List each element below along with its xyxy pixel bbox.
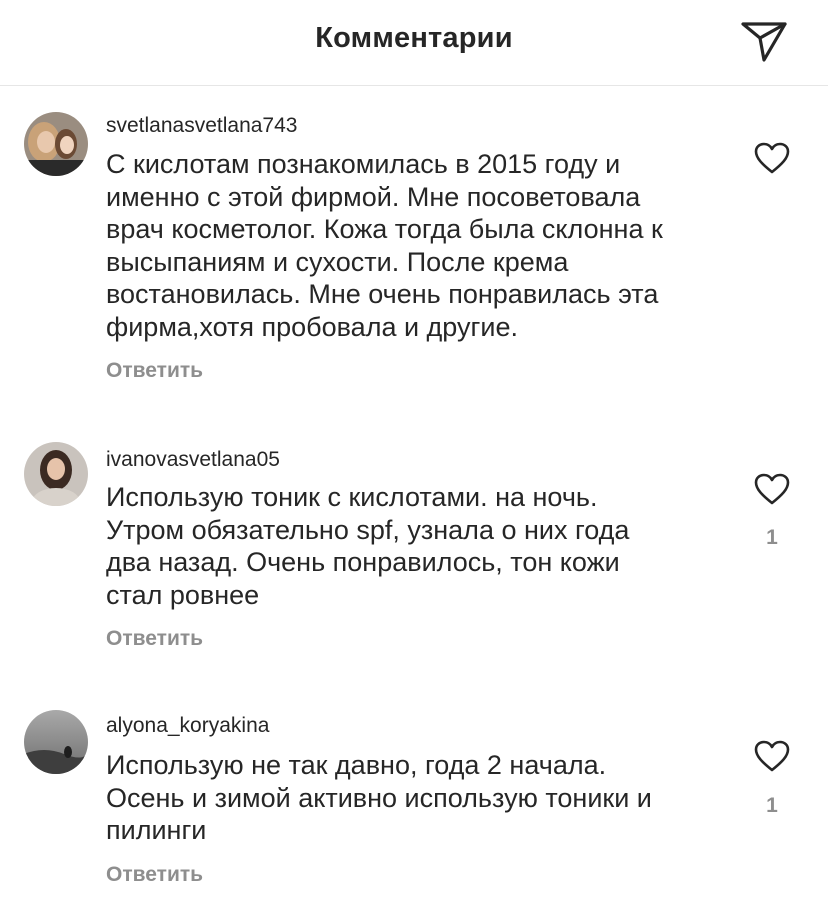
comment-text-line: фирма,хотя пробовала и другие.	[106, 311, 518, 342]
comment-text-line: Использую не так давно, года 2 начала.	[106, 750, 607, 780]
comment-text-line: Использую тоник с кислотами. на ночь.	[106, 482, 598, 512]
like-button[interactable]	[753, 141, 791, 175]
avatar[interactable]	[24, 112, 88, 176]
comment-text-line: высыпаниям и сухости. После крема	[106, 246, 569, 277]
paper-plane-icon	[741, 22, 787, 62]
comment-username[interactable]: svetlanasvetlana743	[106, 114, 297, 138]
heart-outline-icon	[754, 142, 790, 174]
comment-username[interactable]: alyona_koryakina	[106, 714, 269, 738]
comments-header: Комментарии	[0, 0, 828, 86]
comment-text-line: Утром обязательно spf, узнала о них года	[106, 514, 630, 545]
heart-outline-icon	[754, 740, 790, 772]
reply-button[interactable]: Ответить	[106, 359, 203, 383]
comment-text: Использую тоник с кислотами. на ночь. Ут…	[106, 481, 726, 611]
heart-outline-icon	[754, 473, 790, 505]
comment-text-line: именно с этой фирмой. Мне посоветовала	[106, 181, 641, 212]
avatar[interactable]	[24, 710, 88, 774]
comment-text-line: врач косметолог. Кожа тогда была склонна…	[106, 214, 663, 244]
comment-text-line: два назад. Очень понравилось, тон кожи	[106, 547, 620, 577]
like-count: 1	[766, 526, 778, 549]
comment-text-line: стал ровнее	[106, 579, 260, 610]
like-count: 1	[766, 794, 778, 817]
like-button[interactable]	[753, 739, 791, 773]
page-title: Комментарии	[315, 22, 513, 54]
comment-text: Использую не так давно, года 2 начала. О…	[106, 749, 726, 847]
comment-text-line: востановилась. Мне очень понравилась эта	[106, 279, 659, 309]
comment-username[interactable]: ivanovasvetlana05	[106, 448, 280, 472]
comment-text: С кислотам познакомилась в 2015 году и и…	[106, 148, 726, 343]
reply-button[interactable]: Ответить	[106, 627, 203, 651]
comment-text-line: Осень и зимой активно использую тоники и	[106, 782, 652, 813]
like-button[interactable]	[753, 472, 791, 506]
comment-text-line: С кислотам познакомилась в 2015 году и	[106, 149, 621, 179]
comment-text-line: пилинги	[106, 815, 207, 845]
avatar[interactable]	[24, 442, 88, 506]
share-button[interactable]	[740, 20, 788, 64]
reply-button[interactable]: Ответить	[106, 863, 203, 887]
